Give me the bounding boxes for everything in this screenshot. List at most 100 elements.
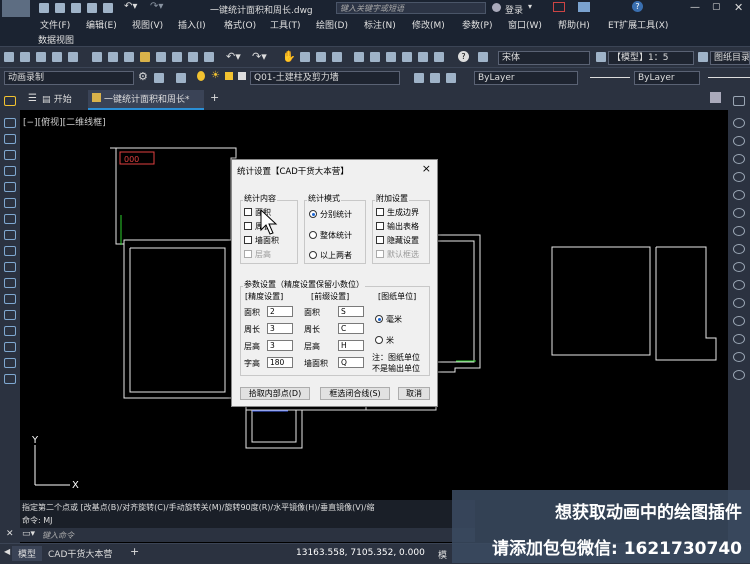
tab-menu-icon[interactable] — [710, 92, 721, 103]
snap-intersection-icon[interactable] — [733, 352, 745, 362]
fillet-icon[interactable] — [733, 190, 745, 200]
menu-parameters[interactable]: 参数(P) — [462, 18, 492, 31]
brush-icon[interactable] — [156, 52, 166, 62]
undo-icon[interactable]: ↶▾ — [226, 50, 241, 63]
layer-previous-icon[interactable] — [430, 73, 440, 83]
save-as-icon[interactable] — [87, 3, 97, 13]
text-height-input[interactable]: 180 — [267, 357, 293, 368]
search-input[interactable]: 键入关键字或短语 — [336, 2, 486, 14]
snap-node-icon[interactable] — [733, 316, 745, 326]
break-icon[interactable] — [733, 226, 745, 236]
move-icon[interactable] — [4, 182, 16, 192]
model-scale-combo[interactable]: 【模型】1：5 — [608, 51, 694, 65]
login-link[interactable]: 登录 — [505, 3, 523, 16]
command-close-icon[interactable]: ✕ — [6, 529, 14, 539]
add-layout-button[interactable]: + — [130, 545, 139, 558]
save-icon[interactable] — [71, 3, 81, 13]
circle-icon[interactable] — [4, 342, 16, 352]
menu-file[interactable]: 文件(F) — [40, 18, 70, 31]
redo-icon[interactable]: ↷▾ — [150, 1, 163, 12]
cart-icon[interactable] — [578, 2, 590, 12]
markup-icon[interactable] — [418, 52, 428, 62]
area-precision-input[interactable]: 2 — [267, 306, 293, 317]
erase-icon[interactable] — [733, 118, 745, 128]
checkbox-area[interactable] — [244, 208, 252, 216]
open-file-icon[interactable] — [55, 3, 65, 13]
animation-record-combo[interactable]: 动画录制 — [4, 71, 134, 85]
add-tab-button[interactable]: + — [210, 91, 219, 104]
layer-state-icon[interactable] — [446, 73, 456, 83]
checkbox-hide-settings[interactable] — [376, 236, 384, 244]
array-icon[interactable] — [733, 172, 745, 182]
undo-icon[interactable]: ↶▾ — [124, 1, 137, 12]
maximize-button[interactable]: ▢ — [712, 2, 721, 12]
spline-icon[interactable] — [4, 358, 16, 368]
line-icon[interactable] — [4, 118, 16, 128]
layout-nav-icon[interactable]: ◀ — [4, 547, 10, 556]
snap-midpoint-icon[interactable] — [733, 280, 745, 290]
redo-icon[interactable]: ↷▾ — [252, 50, 267, 63]
menu-draw[interactable]: 绘图(D) — [316, 18, 348, 31]
calculator-icon[interactable] — [434, 52, 444, 62]
print-icon[interactable] — [52, 52, 62, 62]
gear-icon[interactable]: ⚙ — [138, 70, 148, 83]
chevron-down-icon[interactable]: ▾ — [528, 2, 532, 11]
help-icon[interactable]: ? — [458, 51, 469, 62]
radio-both[interactable] — [309, 251, 317, 259]
snap-quadrant-icon[interactable] — [733, 334, 745, 344]
area-prefix-input[interactable]: S — [338, 306, 364, 317]
menu-help[interactable]: 帮助(H) — [558, 18, 590, 31]
user-icon[interactable] — [492, 3, 501, 12]
properties-icon[interactable] — [354, 52, 364, 62]
lightbulb-icon[interactable] — [197, 71, 205, 81]
zoom-window-icon[interactable] — [316, 52, 326, 62]
print-icon[interactable] — [103, 3, 113, 13]
cut-icon[interactable] — [92, 52, 102, 62]
checkbox-perimeter[interactable] — [244, 222, 252, 230]
layer-combo[interactable]: Q01-土建柱及剪力墙 — [250, 71, 400, 85]
copy-icon[interactable] — [108, 52, 118, 62]
edit-icon[interactable] — [733, 96, 745, 106]
tab-start[interactable]: ▤ 开始 — [42, 92, 72, 105]
cancel-button[interactable]: 取消 — [398, 387, 430, 400]
snap-perpendicular-icon[interactable] — [733, 370, 745, 380]
pan-icon[interactable]: ✋ — [282, 50, 296, 63]
polyline-icon[interactable] — [4, 134, 16, 144]
height-prefix-input[interactable]: H — [338, 340, 364, 351]
menu-data-view[interactable]: 数据视图 — [38, 33, 74, 46]
record-icon[interactable] — [154, 73, 164, 83]
snap-endpoint-icon[interactable] — [733, 262, 745, 272]
layout-tab[interactable]: CAD干货大本营 — [48, 547, 112, 560]
copy-icon[interactable] — [4, 214, 16, 224]
model-tab[interactable]: 模型 — [12, 546, 43, 561]
paste-icon[interactable] — [124, 52, 134, 62]
rectangle-icon[interactable] — [4, 310, 16, 320]
mirror-icon[interactable] — [4, 246, 16, 256]
chamfer-icon[interactable] — [733, 208, 745, 218]
radio-unit-mm[interactable] — [375, 315, 383, 323]
linetype-combo[interactable]: ByLayer — [634, 71, 700, 85]
ellipse-icon[interactable] — [4, 374, 16, 384]
checkbox-output-table[interactable] — [376, 222, 384, 230]
rotate-icon[interactable] — [4, 198, 16, 208]
select-closed-line-button[interactable]: 框选闭合线(S) — [320, 387, 390, 400]
sun-icon[interactable]: ☀ — [211, 70, 220, 81]
trim-icon[interactable] — [4, 278, 16, 288]
font-combo[interactable]: 宋体 — [498, 51, 590, 65]
save-icon[interactable] — [36, 52, 46, 62]
checkbox-floor-height[interactable] — [244, 250, 252, 258]
sheet-set-icon[interactable] — [402, 52, 412, 62]
new-file-icon[interactable] — [39, 3, 49, 13]
open-icon[interactable] — [20, 52, 30, 62]
dim-style-icon[interactable] — [596, 52, 606, 62]
zoom-previous-icon[interactable] — [332, 52, 342, 62]
tool-palette-icon[interactable] — [386, 52, 396, 62]
multiline-icon[interactable] — [4, 166, 16, 176]
extend-icon[interactable] — [4, 294, 16, 304]
dialog-close-button[interactable]: × — [422, 162, 431, 175]
image-icon[interactable] — [204, 52, 214, 62]
pencil-icon[interactable] — [4, 96, 16, 106]
layer-color-icon[interactable] — [238, 72, 246, 80]
menu-format[interactable]: 格式(O) — [224, 18, 256, 31]
checkbox-default-select[interactable] — [376, 250, 384, 258]
